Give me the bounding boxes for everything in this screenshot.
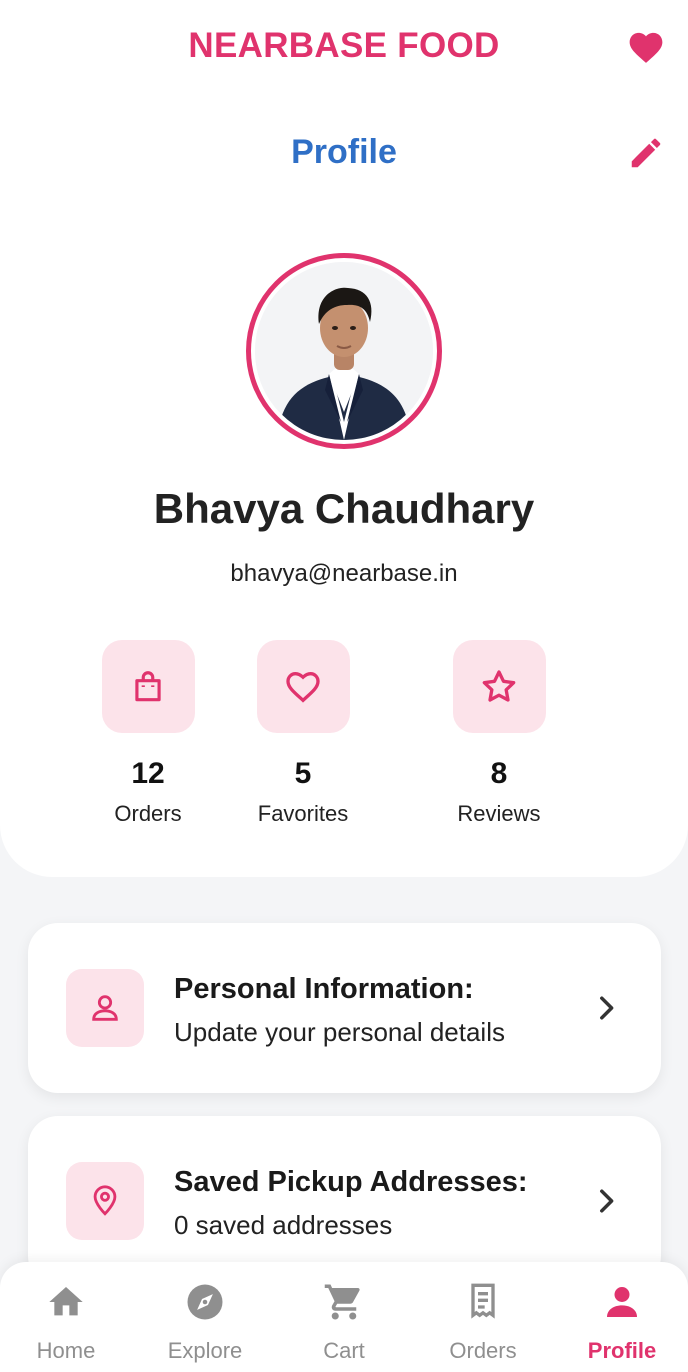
stat-reviews-label: Reviews [457,801,541,826]
nav-home-label: Home [36,1338,96,1363]
page-title: Profile [291,133,397,171]
stat-reviews[interactable]: 8 Reviews [419,640,579,827]
nav-explore-label: Explore [167,1338,243,1363]
cart-icon [324,1284,360,1320]
menu-subtitle: 0 saved addresses [174,1210,393,1240]
person-icon [92,995,118,1021]
nav-cart-label: Cart [323,1338,365,1363]
stat-favorites-label: Favorites [257,801,349,826]
menu-title: Personal Information: [174,973,474,1005]
receipt-icon [471,1283,495,1319]
avatar[interactable] [255,262,433,440]
stat-favorites-icon-box [256,640,350,733]
profile-card: Profile Bhavya Chaudhary bhavya@nearbase… [0,95,688,877]
person-icon [607,1287,637,1317]
nav-explore[interactable]: Explore [145,1280,265,1364]
heart-outline-icon [286,671,320,703]
chevron-right-icon [594,993,618,1023]
menu-icon-box [66,1162,144,1240]
menu-subtitle: Update your personal details [174,1017,505,1047]
menu-personal-information[interactable]: Personal Information: Update your person… [28,923,661,1093]
nav-orders[interactable]: Orders [423,1280,543,1364]
avatar-ring [246,253,442,449]
menu-saved-pickup-addresses[interactable]: Saved Pickup Addresses: 0 saved addresse… [28,1116,661,1286]
nav-profile-label: Profile [587,1338,657,1363]
nav-orders-label: Orders [449,1338,517,1363]
star-outline-icon [482,669,516,702]
location-pin-icon [93,1185,117,1216]
heart-icon [629,32,663,63]
chevron-right-icon [594,1186,618,1216]
menu-icon-box [66,969,144,1047]
bottom-navigation: Home Explore Cart Orders Profile [0,1262,688,1372]
stat-orders-label: Orders [114,801,182,826]
pencil-icon [631,138,661,168]
edit-profile-button[interactable] [622,131,670,175]
user-email: bhavya@nearbase.in [230,560,458,587]
avatar-photo [255,262,433,440]
user-name: Bhavya Chaudhary [153,485,535,532]
shopping-bag-icon [135,670,161,701]
nav-cart[interactable]: Cart [284,1280,404,1364]
menu-title: Saved Pickup Addresses: [174,1166,528,1198]
nav-profile[interactable]: Profile [562,1280,682,1364]
nav-home[interactable]: Home [6,1280,126,1364]
stat-favorites[interactable]: 5 Favorites [223,640,383,827]
stat-reviews-value: 8 [490,757,508,790]
home-icon [49,1287,83,1316]
favorites-button[interactable] [624,26,668,66]
app-header: NEARBASE FOOD [0,0,688,95]
brand-title: NEARBASE FOOD [188,26,500,65]
stat-orders[interactable]: 12 Orders [68,640,228,827]
compass-icon [187,1284,223,1320]
stat-favorites-value: 5 [294,757,312,790]
stat-reviews-icon-box [452,640,546,733]
stat-orders-icon-box [101,640,195,733]
stat-orders-value: 12 [131,757,165,790]
